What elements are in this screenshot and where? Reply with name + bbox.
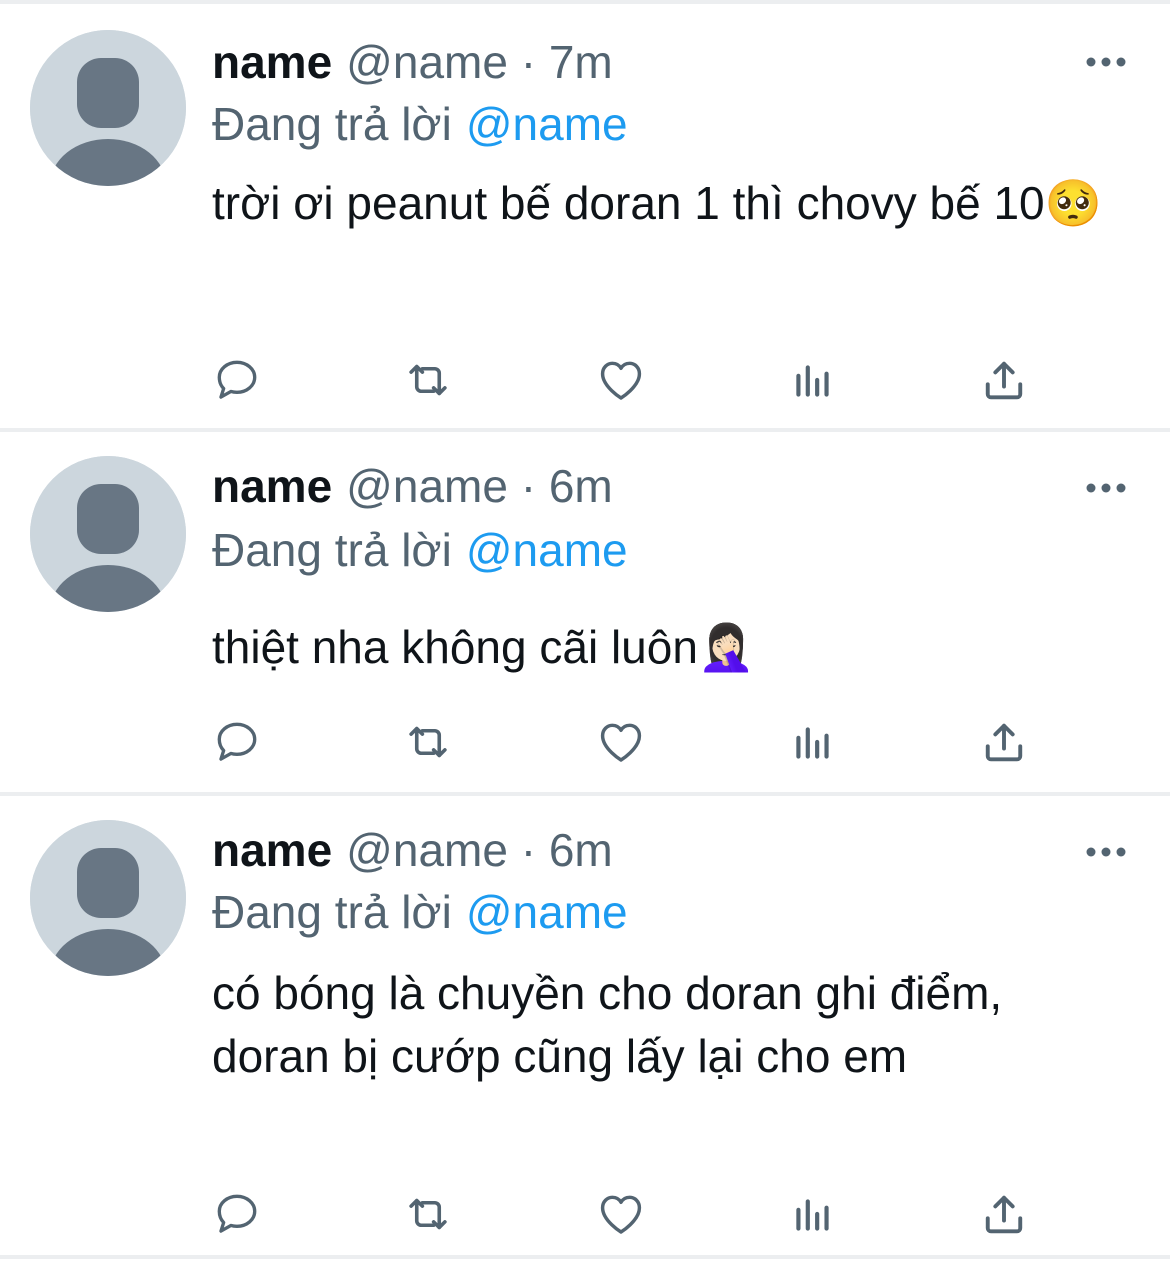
display-name[interactable]: name (212, 36, 332, 88)
retweet-icon (409, 1198, 447, 1230)
mention-link[interactable]: @name (466, 98, 628, 150)
replying-to: Đang trả lời @name (212, 96, 628, 152)
share-icon (985, 1195, 1023, 1234)
like-button[interactable] (593, 352, 649, 408)
mention-link[interactable]: @name (466, 524, 628, 576)
tweet-text: trời ơi peanut bế doran 1 thì chovy bế 1… (212, 177, 1102, 229)
tweet-header: name @name · 6m (212, 458, 613, 514)
analytics-button[interactable] (785, 1186, 841, 1242)
share-button[interactable] (976, 352, 1032, 408)
analytics-icon (796, 365, 829, 397)
reply-button[interactable] (209, 1186, 265, 1242)
default-avatar-icon (30, 456, 186, 612)
share-button[interactable] (976, 714, 1032, 770)
like-button[interactable] (593, 714, 649, 770)
action-bar (0, 352, 1170, 408)
tweet-text: thiệt nha không cãi luôn🤦🏻‍♀️ (212, 621, 756, 673)
replying-to: Đang trả lời @name (212, 884, 628, 940)
retweet-button[interactable] (400, 1186, 456, 1242)
like-icon (600, 361, 642, 400)
analytics-icon (796, 1199, 829, 1231)
default-avatar-icon (30, 820, 186, 976)
share-icon (985, 723, 1023, 762)
like-button[interactable] (593, 1186, 649, 1242)
replying-to-label: Đang trả lời (212, 886, 452, 938)
tweet-text: có bóng là chuyền cho doran ghi điểm, do… (212, 967, 1015, 1082)
reply-button[interactable] (209, 352, 265, 408)
like-icon (600, 1195, 642, 1234)
share-icon (985, 361, 1023, 400)
more-options-icon[interactable] (1086, 481, 1126, 495)
action-bar (0, 714, 1170, 770)
tweet-header: name @name · 7m (212, 34, 613, 90)
action-bar (0, 1186, 1170, 1242)
tweet[interactable]: name @name · 7m Đang trả lời @name trời ơi… (0, 4, 1170, 432)
avatar[interactable] (30, 30, 186, 186)
handle-timestamp: @name · 6m (346, 824, 613, 876)
avatar[interactable] (30, 820, 186, 976)
more-options-icon[interactable] (1086, 845, 1126, 859)
reply-icon (217, 360, 257, 399)
retweet-button[interactable] (400, 714, 456, 770)
retweet-icon (409, 726, 447, 758)
like-icon (600, 723, 642, 762)
display-name[interactable]: name (212, 460, 332, 512)
tweet-divider (0, 1255, 1170, 1259)
reply-icon (217, 1194, 257, 1233)
retweet-icon (409, 364, 447, 396)
replying-to-label: Đang trả lời (212, 98, 452, 150)
handle-timestamp: @name · 7m (346, 36, 613, 88)
analytics-button[interactable] (785, 352, 841, 408)
default-avatar-icon (30, 30, 186, 186)
mention-link[interactable]: @name (466, 886, 628, 938)
display-name[interactable]: name (212, 824, 332, 876)
avatar[interactable] (30, 456, 186, 612)
share-button[interactable] (976, 1186, 1032, 1242)
tweet[interactable]: name @name · 6m Đang trả lời @name thiệt n… (0, 432, 1170, 796)
handle-timestamp: @name · 6m (346, 460, 613, 512)
replying-to: Đang trả lời @name (212, 522, 628, 578)
retweet-button[interactable] (400, 352, 456, 408)
reply-button[interactable] (209, 714, 265, 770)
more-options-icon[interactable] (1086, 55, 1126, 69)
tweet-header: name @name · 6m (212, 822, 613, 878)
reply-icon (217, 722, 257, 761)
tweet[interactable]: name @name · 6m Đang trả lời @name có bóng… (0, 796, 1170, 1265)
analytics-icon (796, 727, 829, 759)
replying-to-label: Đang trả lời (212, 524, 452, 576)
analytics-button[interactable] (785, 714, 841, 770)
